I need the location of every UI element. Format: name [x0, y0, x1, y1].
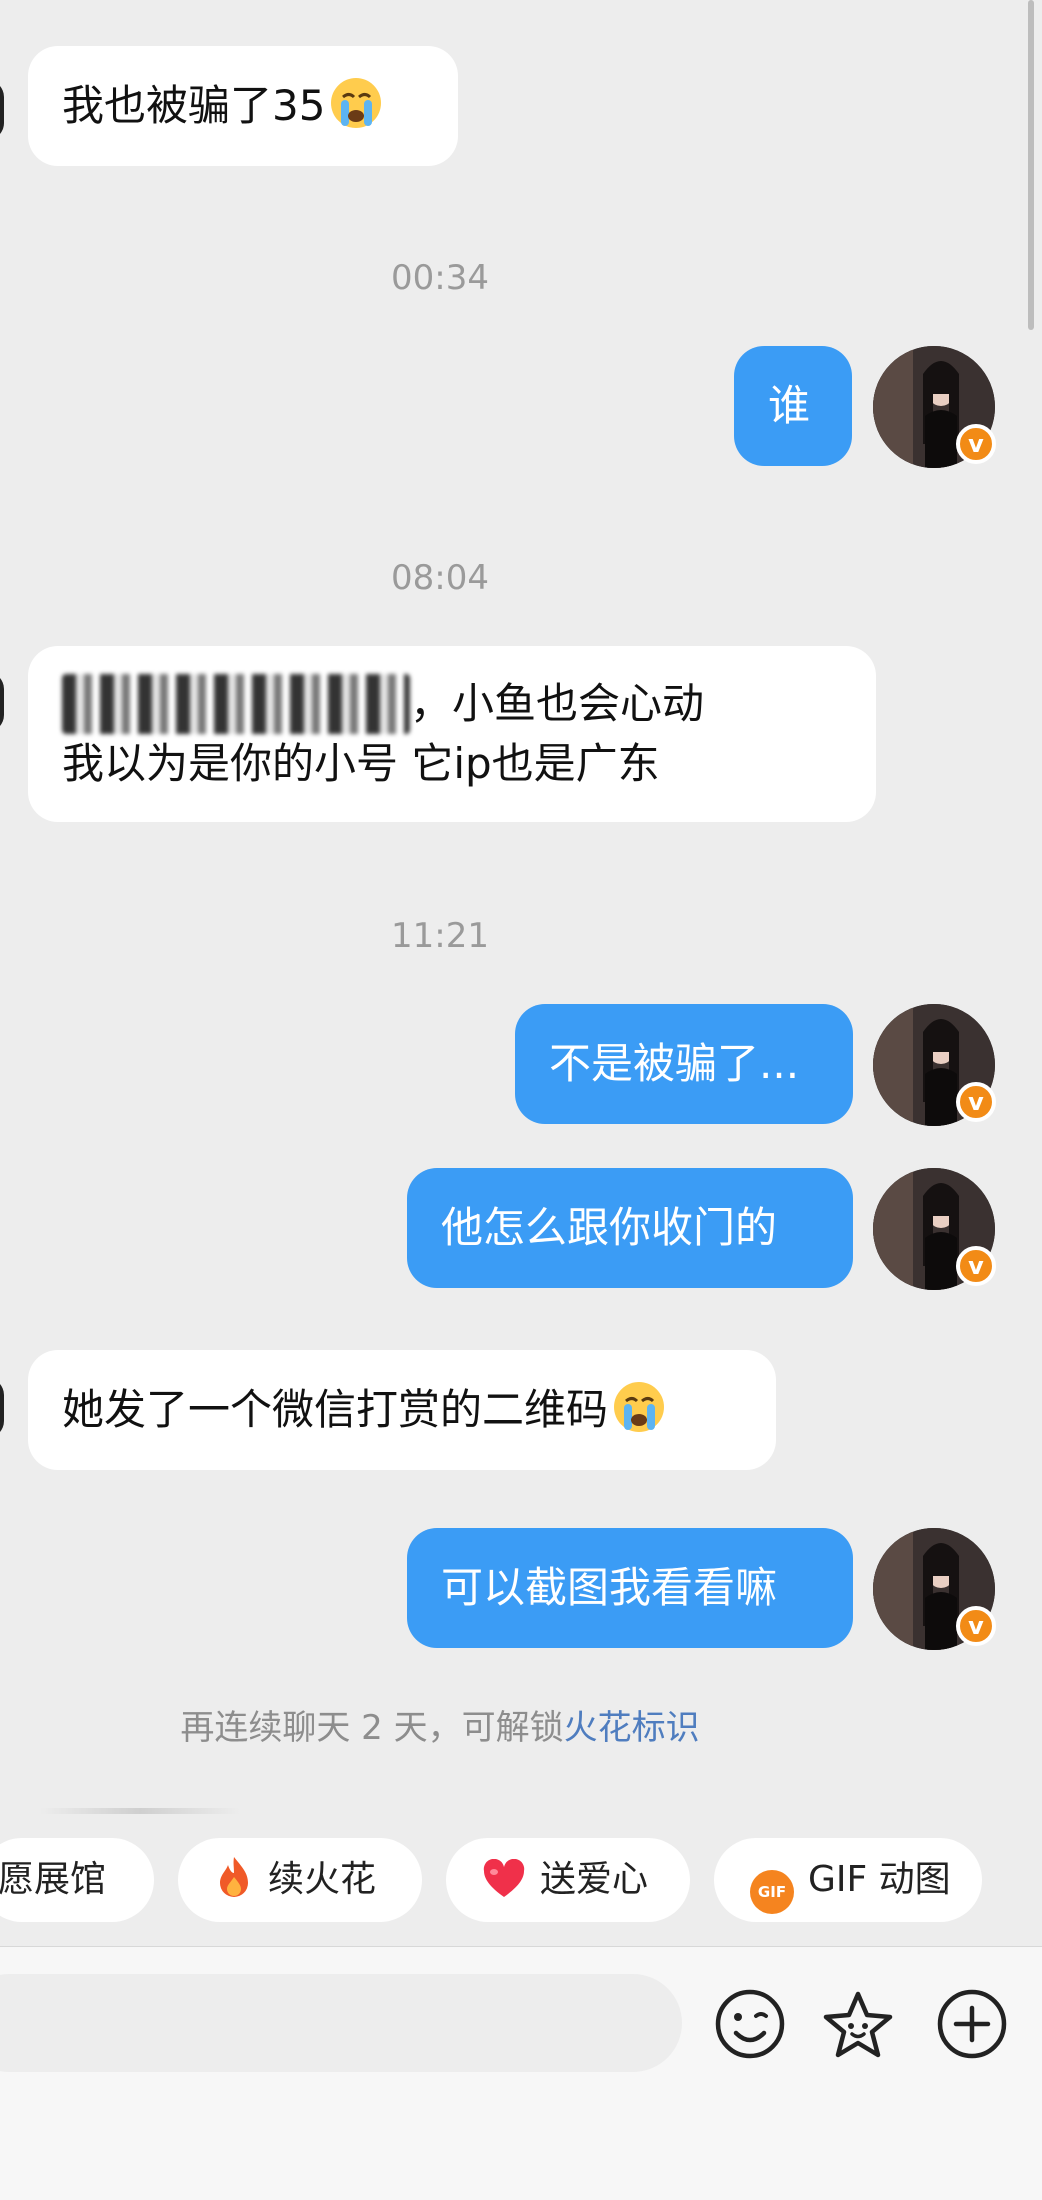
- chip-continue-spark[interactable]: 续火花: [178, 1838, 422, 1922]
- outgoing-message[interactable]: 可以截图我看看嘛: [407, 1528, 853, 1648]
- message-text-line2: 我以为是你的小号 它ip也是广东: [62, 739, 660, 788]
- sticker-icon[interactable]: [822, 1988, 894, 2060]
- verified-badge-icon: v: [956, 1082, 996, 1122]
- partial-message-edge: [40, 1808, 240, 1814]
- quick-actions-bar: 愿展馆 续火花 送爱心 GIF GIF 动图: [0, 1838, 1042, 1924]
- heart-icon: [483, 1859, 525, 1897]
- spark-unlock-hint: 再连续聊天 2 天，可解锁火花标识: [0, 1700, 880, 1749]
- message-text: 他怎么跟你收门的: [441, 1203, 778, 1252]
- chip-send-heart[interactable]: 送爱心: [446, 1838, 690, 1922]
- message-text: 谁: [768, 381, 811, 430]
- verified-badge-icon: v: [956, 424, 996, 464]
- spark-badge-link[interactable]: 火花标识: [564, 1708, 700, 1748]
- crying-face-emoji-icon: [614, 1382, 665, 1432]
- chip-label: 续火花: [268, 1859, 377, 1900]
- contact-avatar[interactable]: [0, 1378, 4, 1438]
- message-input[interactable]: [0, 1974, 682, 2072]
- verified-badge-icon: v: [956, 1606, 996, 1646]
- message-text: 不是被骗了...: [549, 1039, 800, 1088]
- crying-face-emoji-icon: [331, 78, 382, 128]
- chip-exhibition[interactable]: 愿展馆: [0, 1838, 154, 1922]
- timestamp: 11:21: [391, 916, 489, 956]
- timestamp: 00:34: [391, 258, 489, 298]
- hint-text: 再连续聊天 2 天，可解锁: [180, 1708, 564, 1748]
- contact-avatar[interactable]: [0, 672, 4, 732]
- flame-icon: [220, 1857, 248, 1897]
- chip-label: 愿展馆: [0, 1859, 107, 1900]
- message-text: 她发了一个微信打赏的二维码: [62, 1385, 609, 1434]
- outgoing-message[interactable]: 他怎么跟你收门的: [407, 1168, 853, 1288]
- emoji-icon[interactable]: [714, 1988, 786, 2060]
- contact-avatar[interactable]: [0, 80, 4, 140]
- gif-icon: GIF: [750, 1870, 794, 1914]
- message-text: 可以截图我看看嘛: [441, 1563, 778, 1612]
- message-text: 我也被骗了35: [62, 81, 326, 130]
- timestamp: 08:04: [391, 558, 489, 598]
- verified-badge-icon: v: [956, 1246, 996, 1286]
- composer-bar: [0, 1946, 1042, 2200]
- chip-label: GIF 动图: [808, 1859, 951, 1900]
- pixelated-text: xxxxxxxxxxxxxx: [62, 674, 410, 734]
- chip-gif[interactable]: GIF GIF 动图: [714, 1838, 982, 1922]
- message-text-line1: ，小鱼也会心动: [409, 679, 704, 728]
- scrollbar[interactable]: [1028, 0, 1034, 330]
- outgoing-message[interactable]: 谁: [734, 346, 852, 466]
- outgoing-message[interactable]: 不是被骗了...: [515, 1004, 853, 1124]
- incoming-message[interactable]: 我也被骗了35: [28, 46, 458, 166]
- incoming-message[interactable]: xxxxxxxxxxxxxx，小鱼也会心动 我以为是你的小号 它ip也是广东: [28, 646, 876, 822]
- chip-label: 送爱心: [540, 1859, 649, 1900]
- plus-icon[interactable]: [936, 1988, 1008, 2060]
- incoming-message[interactable]: 她发了一个微信打赏的二维码: [28, 1350, 776, 1470]
